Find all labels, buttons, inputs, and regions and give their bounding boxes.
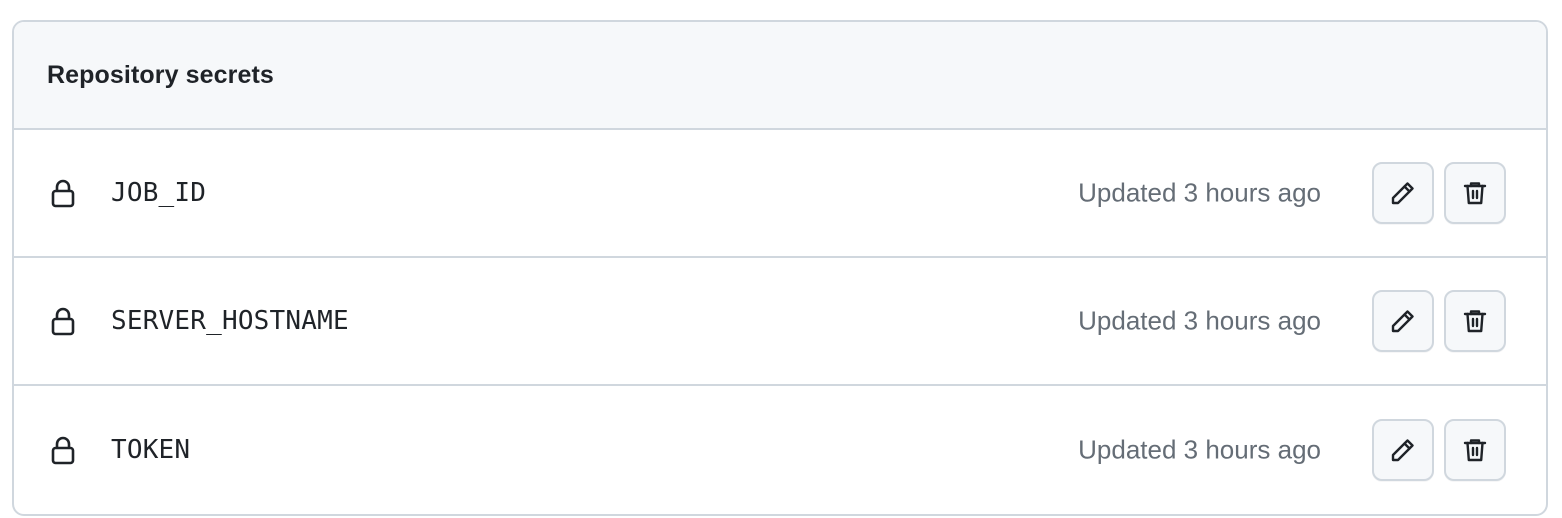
pencil-icon [1389, 436, 1417, 464]
lock-icon [49, 305, 77, 337]
trash-icon [1461, 307, 1489, 335]
repository-secrets-panel: Repository secrets JOB_ID Updated 3 hour… [12, 20, 1548, 516]
secret-row: TOKEN Updated 3 hours ago [14, 386, 1546, 514]
trash-icon [1461, 436, 1489, 464]
lock-icon [49, 434, 77, 466]
edit-secret-button[interactable] [1372, 290, 1434, 352]
delete-secret-button[interactable] [1444, 419, 1506, 481]
edit-secret-button[interactable] [1372, 162, 1434, 224]
secret-name: JOB_ID [111, 178, 207, 208]
pencil-icon [1389, 307, 1417, 335]
secret-name: SERVER_HOSTNAME [111, 306, 349, 336]
pencil-icon [1389, 179, 1417, 207]
panel-header: Repository secrets [14, 22, 1546, 130]
updated-timestamp: Updated 3 hours ago [1078, 305, 1321, 336]
secret-row: SERVER_HOSTNAME Updated 3 hours ago [14, 258, 1546, 386]
updated-timestamp: Updated 3 hours ago [1078, 434, 1321, 465]
updated-timestamp: Updated 3 hours ago [1078, 177, 1321, 208]
trash-icon [1461, 179, 1489, 207]
lock-icon [49, 177, 77, 209]
secret-name: TOKEN [111, 435, 191, 465]
panel-title: Repository secrets [47, 60, 274, 89]
secret-row: JOB_ID Updated 3 hours ago [14, 130, 1546, 258]
edit-secret-button[interactable] [1372, 419, 1434, 481]
delete-secret-button[interactable] [1444, 290, 1506, 352]
delete-secret-button[interactable] [1444, 162, 1506, 224]
